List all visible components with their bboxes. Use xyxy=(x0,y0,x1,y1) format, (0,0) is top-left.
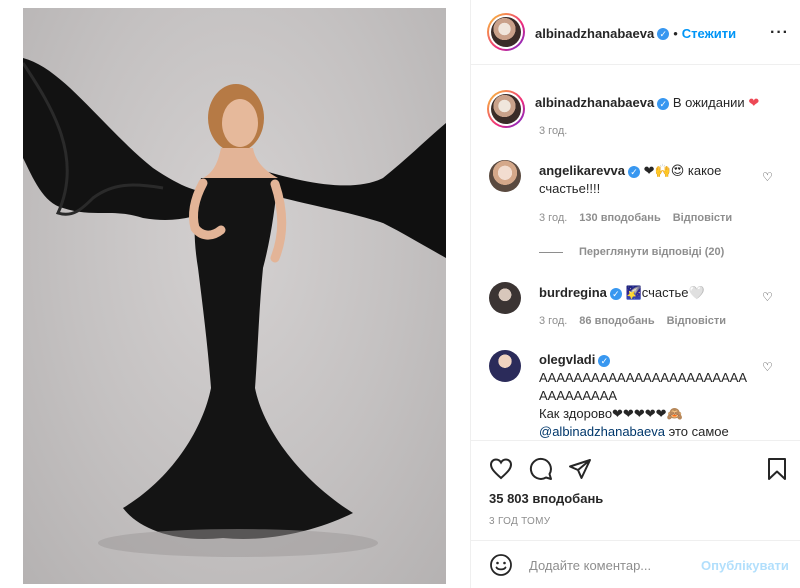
post-header: albinadzhanabaeva ✓ • Стежити ··· xyxy=(471,0,800,65)
reply-button[interactable]: Відповісти xyxy=(673,212,732,224)
likes-count[interactable]: 35 803 вподобань xyxy=(489,491,603,506)
caption-text: В ожидании xyxy=(672,95,745,110)
view-replies-button[interactable]: Переглянути відповіді (20) xyxy=(539,246,724,258)
comment-form: Додайте коментар... Опублікувати xyxy=(471,540,800,588)
comment-meta: 3 год. 86 вподобань Відповісти xyxy=(539,315,738,327)
verified-icon: ✓ xyxy=(609,287,622,300)
comment-time[interactable]: 3 год. xyxy=(539,212,567,224)
comment-likes[interactable]: 130 вподобань xyxy=(579,212,660,224)
comment-time[interactable]: 3 год. xyxy=(539,315,567,327)
comment-text: ААААААААА xyxy=(539,388,618,403)
post-sidebar: albinadzhanabaeva ✓ • Стежити ··· albinadzh… xyxy=(470,0,800,588)
caption: albinadzhanabaeva ✓ В ожидании ❤ xyxy=(535,94,759,112)
bookmark-icon[interactable] xyxy=(765,457,789,481)
comment-meta: 3 год. 130 вподобань Відповісти xyxy=(539,212,744,224)
photo-illustration xyxy=(23,58,446,557)
like-comment-heart-icon[interactable]: ♡ xyxy=(762,170,774,184)
more-icon[interactable]: ··· xyxy=(770,24,789,42)
comment-username[interactable]: burdregina xyxy=(539,285,607,300)
commenter-avatar[interactable] xyxy=(489,160,521,192)
comment: burdregina ✓ 🌠счастье🤍 xyxy=(539,284,705,302)
verified-icon: ✓ xyxy=(657,97,670,110)
comment: olegvladi ✓ АААААААААААААААААААААААА АААА… xyxy=(539,351,789,441)
verified-icon: ✓ xyxy=(598,354,611,367)
comment-username[interactable]: angelikarevva xyxy=(539,163,625,178)
mention-link[interactable]: @albinadzhanabaeva xyxy=(539,424,665,439)
comment-icon[interactable] xyxy=(529,457,553,481)
caption-username[interactable]: albinadzhanabaeva xyxy=(535,95,654,110)
heart-icon[interactable] xyxy=(489,457,513,481)
post-time[interactable]: 3 ГОД ТОМУ xyxy=(489,516,550,527)
comment-text: АААААААААААААААААААААААА xyxy=(539,370,748,385)
comment: angelikarevva ✓ ❤🙌😍 какое счастье!!!! xyxy=(539,162,759,198)
heart-emoji: ❤ xyxy=(748,95,760,110)
comment-text: это самое xyxy=(668,424,729,439)
comment-username[interactable]: olegvladi xyxy=(539,352,595,367)
caption-time[interactable]: 3 год. xyxy=(539,125,567,137)
post-actions: 35 803 вподобань 3 ГОД ТОМУ xyxy=(471,440,800,540)
comment-text: ❤🙌😍 какое xyxy=(643,163,722,178)
comment-text: Как здорово❤❤❤❤❤🙈 xyxy=(539,406,683,421)
post-photo[interactable] xyxy=(23,8,446,584)
comment-text: счастье!!!! xyxy=(539,181,601,196)
commenter-avatar[interactable] xyxy=(489,282,521,314)
emoji-icon[interactable] xyxy=(489,553,513,577)
author-username[interactable]: albinadzhanabaeva xyxy=(535,26,654,41)
post-media-pane xyxy=(0,0,470,588)
share-icon[interactable] xyxy=(568,457,592,481)
post-comment-button[interactable]: Опублікувати xyxy=(701,558,789,573)
reply-button[interactable]: Відповісти xyxy=(667,315,726,327)
comment-text: 🌠счастье🤍 xyxy=(625,285,705,300)
follow-button[interactable]: Стежити xyxy=(682,26,736,41)
verified-icon: ✓ xyxy=(628,165,641,178)
like-comment-heart-icon[interactable]: ♡ xyxy=(762,290,774,304)
separator-dot: • xyxy=(673,26,678,41)
caption-avatar[interactable] xyxy=(487,90,525,128)
author-avatar[interactable] xyxy=(487,13,525,51)
comment-input[interactable]: Додайте коментар... xyxy=(529,558,651,573)
like-comment-heart-icon[interactable]: ♡ xyxy=(762,360,774,374)
verified-icon: ✓ xyxy=(657,27,670,40)
commenter-avatar[interactable] xyxy=(489,350,521,382)
comment-likes[interactable]: 86 вподобань xyxy=(579,315,654,327)
view-replies-label: Переглянути відповіді (20) xyxy=(579,246,725,258)
